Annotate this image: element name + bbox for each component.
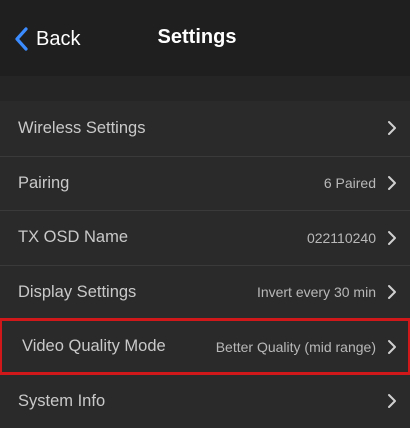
video-quality-value: Better Quality (mid range) [216, 339, 376, 355]
chevron-right-icon [386, 339, 398, 355]
settings-row-video-quality-mode[interactable]: Video Quality Mode Better Quality (mid r… [0, 319, 410, 374]
settings-row-system-info[interactable]: System Info [0, 374, 410, 428]
chevron-right-icon [386, 230, 398, 246]
settings-row-wireless[interactable]: Wireless Settings [0, 101, 410, 156]
display-settings-value: Invert every 30 min [257, 284, 376, 300]
chevron-right-icon [386, 175, 398, 191]
navigation-bar: Back Settings [0, 0, 410, 76]
settings-row-tx-osd-name[interactable]: TX OSD Name 022110240 [0, 210, 410, 265]
chevron-right-icon [386, 393, 398, 409]
pairing-count: 6 Paired [324, 175, 376, 191]
row-label: TX OSD Name [18, 228, 128, 247]
chevron-right-icon [386, 284, 398, 300]
row-label: System Info [18, 392, 105, 411]
settings-list: Wireless Settings Pairing 6 Paired TX OS… [0, 101, 410, 428]
settings-row-display[interactable]: Display Settings Invert every 30 min [0, 265, 410, 320]
tx-osd-name-value: 022110240 [307, 230, 376, 246]
settings-row-pairing[interactable]: Pairing 6 Paired [0, 156, 410, 211]
page-title: Settings [0, 26, 410, 49]
row-label: Pairing [18, 174, 69, 193]
section-header-spacer [0, 76, 410, 101]
row-label: Video Quality Mode [22, 337, 166, 356]
chevron-right-icon [386, 120, 398, 136]
row-label: Wireless Settings [18, 119, 145, 138]
row-label: Display Settings [18, 283, 136, 302]
